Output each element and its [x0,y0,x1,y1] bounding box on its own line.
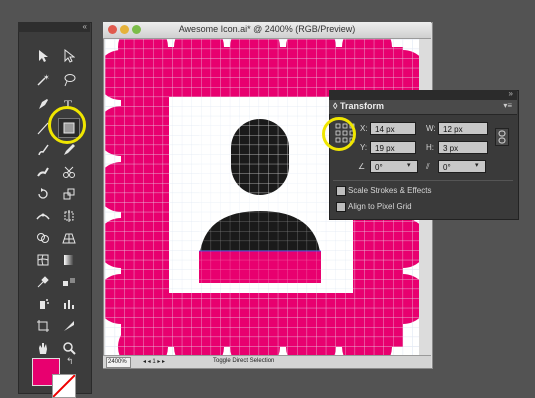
panel-menu-icon[interactable]: ▾≡ [503,101,512,110]
shear-icon: ⫽ [426,162,430,171]
direct-selection-tool-icon[interactable] [58,46,80,66]
swap-colors-icon[interactable]: ↰ [66,356,74,367]
rectangle-tool-highlight [48,106,86,144]
align-pixel-grid-checkbox[interactable] [336,202,346,212]
y-field[interactable]: 19 px [370,141,416,154]
rotate-dropdown-icon[interactable]: ▾ [407,161,411,169]
w-field[interactable]: 12 px [438,122,488,135]
rotate-tool-icon[interactable] [32,184,54,204]
w-label: W: [426,124,436,133]
scale-strokes-label: Scale Strokes & Effects [348,186,432,195]
transform-panel-topbar[interactable]: » [329,89,517,100]
free-transform-tool-icon[interactable] [58,206,80,226]
symbol-sprayer-tool-icon[interactable] [32,294,54,314]
shape-builder-tool-icon[interactable] [32,228,54,248]
width-tool-icon[interactable] [32,206,54,226]
x-field[interactable]: 14 px [370,122,416,135]
hand-tool-icon[interactable] [32,338,54,358]
status-text: Toggle Direct Selection [213,358,275,364]
reference-point-highlight [322,117,356,151]
artboard-nav[interactable]: ◂ ◂ 1 ▸ ▸ [143,358,165,365]
column-graph-tool-icon[interactable] [58,294,80,314]
selection-tool-icon[interactable] [32,46,54,66]
h-field[interactable]: 3 px [438,141,488,154]
document-title: Awesome Icon.ai* @ 2400% (RGB/Preview) [178,24,356,34]
x-label: X: [360,124,368,133]
align-pixel-grid-label: Align to Pixel Grid [348,202,412,211]
collapse-panel-icon[interactable]: » [509,89,513,98]
artboard-tool-icon[interactable] [32,316,54,336]
zoom-tool-icon[interactable] [58,338,80,358]
mesh-tool-icon[interactable] [32,250,54,270]
h-label: H: [426,143,434,152]
y-label: Y: [360,143,368,152]
panel-tab[interactable]: ◊ Transform [333,101,384,111]
magic-wand-tool-icon[interactable]: ✶ [32,70,54,90]
eyedropper-tool-icon[interactable] [32,272,54,292]
stroke-swatch[interactable] [52,374,76,398]
pen-tool-icon[interactable] [32,94,54,114]
tools-panel [18,22,92,394]
scale-tool-icon[interactable] [58,184,80,204]
scissors-tool-icon[interactable] [58,162,80,182]
transform-panel-header[interactable]: ◊ Transform ▾≡ [329,100,517,115]
gradient-tool-icon[interactable] [58,250,80,270]
zoom-level-field[interactable]: 2400% [106,357,131,368]
scale-strokes-checkbox[interactable] [336,186,346,196]
shear-dropdown-icon[interactable]: ▾ [475,161,479,169]
blend-tool-icon[interactable] [58,272,80,292]
document-titlebar[interactable]: Awesome Icon.ai* @ 2400% (RGB/Preview) [103,22,431,39]
blob-brush-tool-icon[interactable] [32,162,54,182]
lasso-tool-icon[interactable] [58,70,80,90]
tools-panel-header[interactable]: « [18,22,90,32]
status-bar: 2400% ◂ ◂ 1 ▸ ▸ Toggle Direct Selection [103,355,431,368]
constrain-proportions-icon[interactable] [495,128,509,146]
slice-tool-icon[interactable] [58,316,80,336]
svg-text:✶: ✶ [43,73,50,82]
panel-arrows-icon: ◊ [333,101,340,111]
paintbrush-tool-icon[interactable] [32,140,54,160]
rotate-icon: ∠ [358,162,366,171]
panel-divider [333,180,513,181]
perspective-grid-tool-icon[interactable] [58,228,80,248]
collapse-icon[interactable]: « [83,22,87,31]
